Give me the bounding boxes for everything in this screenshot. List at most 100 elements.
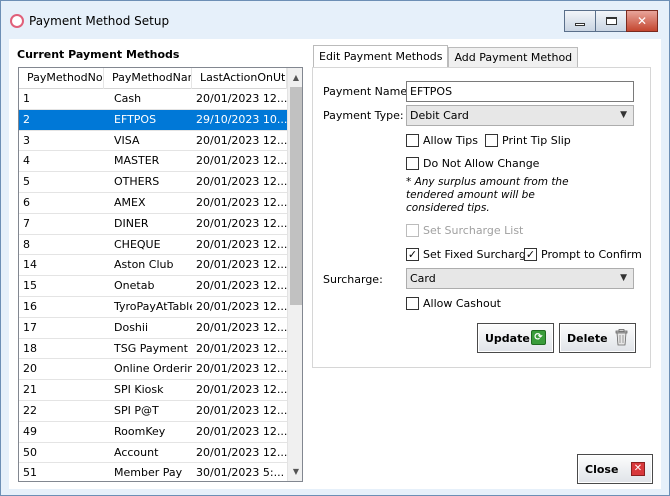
table-row[interactable]: 6 AMEX 20/01/2023 12... (19, 193, 287, 214)
delete-button-label: Delete (567, 331, 608, 345)
do-not-allow-change-checkbox[interactable]: Do Not Allow Change (406, 157, 539, 170)
allow-cashout-box[interactable] (406, 297, 419, 310)
table-row[interactable]: 4 MASTER 20/01/2023 12... (19, 151, 287, 173)
table-row[interactable]: 50 Account 20/01/2023 12... (19, 443, 287, 464)
minimize-button[interactable] (564, 10, 596, 32)
set-surcharge-list-label: Set Surcharge List (423, 224, 524, 237)
title-bar: Payment Method Setup ✕ (1, 1, 669, 39)
table-row[interactable]: 14 Aston Club 20/01/2023 12... (19, 255, 287, 277)
table-row[interactable]: 51 Member Pay 30/01/2023 5:... (19, 463, 287, 481)
table-cell: CHEQUE (114, 237, 161, 251)
table-cell: 4 (23, 154, 30, 168)
table-cell: Account (114, 445, 159, 459)
column-header-lastactiononutc[interactable]: LastActionOnUtc (192, 68, 287, 89)
table-cell: 5 (23, 175, 30, 189)
table-cell: 20/01/2023 12... (196, 216, 287, 230)
table-cell: 8 (23, 237, 30, 251)
table-row[interactable]: 17 Doshii 20/01/2023 12... (19, 318, 287, 339)
table-cell: 20/01/2023 12... (196, 383, 287, 397)
table-cell: 20/01/2023 12... (196, 320, 287, 334)
window-title: Payment Method Setup (29, 14, 170, 28)
set-fixed-surcharge-label: Set Fixed Surcharge (423, 248, 533, 261)
tab-edit-payment-methods[interactable]: Edit Payment Methods (313, 45, 449, 68)
grid-body: 1 Cash 20/01/2023 12... 2 EFTPOS 29/10/2023 1… (19, 89, 287, 481)
table-cell: 2 (23, 112, 30, 126)
set-fixed-surcharge-box[interactable]: ✓ (406, 248, 419, 261)
table-cell: 51 (23, 466, 37, 480)
set-fixed-surcharge-checkbox[interactable]: ✓ Set Fixed Surcharge (406, 248, 533, 261)
table-cell: 14 (23, 258, 37, 272)
surcharge-label: Surcharge: (323, 273, 383, 286)
surcharge-value: Card (410, 272, 436, 285)
table-cell: VISA (114, 133, 140, 147)
table-cell: 20/01/2023 12... (196, 175, 287, 189)
update-button-label: Update (485, 331, 530, 345)
print-tip-slip-checkbox[interactable]: Print Tip Slip (485, 134, 571, 147)
payment-type-select[interactable]: Debit Card ▼ (406, 105, 634, 126)
column-header-paymethodname[interactable]: PayMethodName (104, 68, 192, 89)
scroll-thumb[interactable] (290, 87, 302, 305)
payment-methods-grid[interactable]: PayMethodNo PayMethodName LastActionOnUt… (18, 67, 303, 482)
table-cell: 20/01/2023 12... (196, 403, 287, 417)
prompt-to-confirm-box[interactable]: ✓ (524, 248, 537, 261)
close-window-button[interactable]: ✕ (626, 10, 658, 32)
chevron-down-icon: ▼ (620, 110, 627, 120)
maximize-button[interactable] (595, 10, 627, 32)
surcharge-select[interactable]: Card ▼ (406, 268, 634, 289)
table-cell: 1 (23, 92, 30, 105)
close-button[interactable]: Close ✕ (577, 454, 653, 484)
column-header-paymethodno[interactable]: PayMethodNo (19, 68, 104, 89)
allow-tips-box[interactable] (406, 134, 419, 147)
tab-add-payment-method[interactable]: Add Payment Method (448, 47, 579, 68)
table-cell: 3 (23, 133, 30, 147)
table-cell: TSG Payment (114, 341, 188, 355)
close-x-icon: ✕ (631, 462, 645, 476)
table-cell: 20/01/2023 12... (196, 237, 287, 251)
table-cell: SPI P@T (114, 403, 159, 417)
table-row[interactable]: 8 CHEQUE 20/01/2023 12... (19, 235, 287, 256)
table-cell: 20/01/2023 12... (196, 92, 287, 105)
print-tip-slip-box[interactable] (485, 134, 498, 147)
set-surcharge-list-box[interactable] (406, 224, 419, 237)
allow-tips-checkbox[interactable]: Allow Tips (406, 134, 478, 147)
table-cell: Doshii (114, 320, 149, 334)
set-surcharge-list-checkbox[interactable]: Set Surcharge List (406, 224, 523, 237)
table-cell: 20/01/2023 12... (196, 258, 287, 272)
checkmark-icon: ✓ (525, 248, 536, 261)
minimize-icon (575, 22, 585, 26)
table-row[interactable]: 15 Onetab 20/01/2023 12... (19, 276, 287, 297)
table-cell: 6 (23, 195, 30, 209)
payment-type-value: Debit Card (410, 109, 469, 122)
dialog-client-area: Current Payment Methods PayMethodNo PayM… (9, 39, 661, 489)
delete-button[interactable]: Delete (559, 323, 636, 353)
table-row[interactable]: 18 TSG Payment 20/01/2023 12... (19, 339, 287, 360)
table-cell: Online Ordering (114, 362, 192, 376)
table-row[interactable]: 5 OTHERS 20/01/2023 12... (19, 172, 287, 193)
table-row[interactable]: 2 EFTPOS 29/10/2023 10... (19, 109, 287, 131)
tips-note: * Any surplus amount from the tendered a… (406, 176, 569, 214)
table-cell: 20 (23, 362, 37, 376)
do-not-allow-change-box[interactable] (406, 157, 419, 170)
table-row[interactable]: 3 VISA 20/01/2023 12... (19, 131, 287, 152)
table-cell: 21 (23, 383, 37, 397)
table-row[interactable]: 16 TyroPayAtTable 20/01/2023 12... (19, 297, 287, 318)
checkmark-icon: ✓ (407, 248, 418, 261)
payment-name-input[interactable]: EFTPOS (406, 81, 634, 102)
scroll-down-icon[interactable]: ▼ (288, 464, 302, 480)
table-cell: 22 (23, 403, 37, 417)
table-row[interactable]: 20 Online Ordering 20/01/2023 12... (19, 359, 287, 381)
table-row[interactable]: 22 SPI P@T 20/01/2023 12... (19, 401, 287, 422)
grid-vertical-scrollbar[interactable]: ▲ ▼ (287, 68, 302, 481)
table-row[interactable]: 7 DINER 20/01/2023 12... (19, 214, 287, 235)
scroll-up-icon[interactable]: ▲ (288, 70, 302, 86)
table-cell: TyroPayAtTable (114, 299, 192, 313)
allow-cashout-checkbox[interactable]: Allow Cashout (406, 297, 501, 310)
table-row[interactable]: 21 SPI Kiosk 20/01/2023 12... (19, 380, 287, 401)
table-cell: DINER (114, 216, 149, 230)
table-row[interactable]: 49 RoomKey 20/01/2023 12... (19, 422, 287, 443)
table-row[interactable]: 1 Cash 20/01/2023 12... (19, 89, 287, 110)
payment-name-label: Payment Name: (323, 85, 411, 98)
prompt-to-confirm-checkbox[interactable]: ✓ Prompt to Confirm (524, 248, 642, 261)
tab-strip: Edit Payment Methods Add Payment Method (313, 45, 579, 68)
update-button[interactable]: Update ⟳ (477, 323, 554, 353)
